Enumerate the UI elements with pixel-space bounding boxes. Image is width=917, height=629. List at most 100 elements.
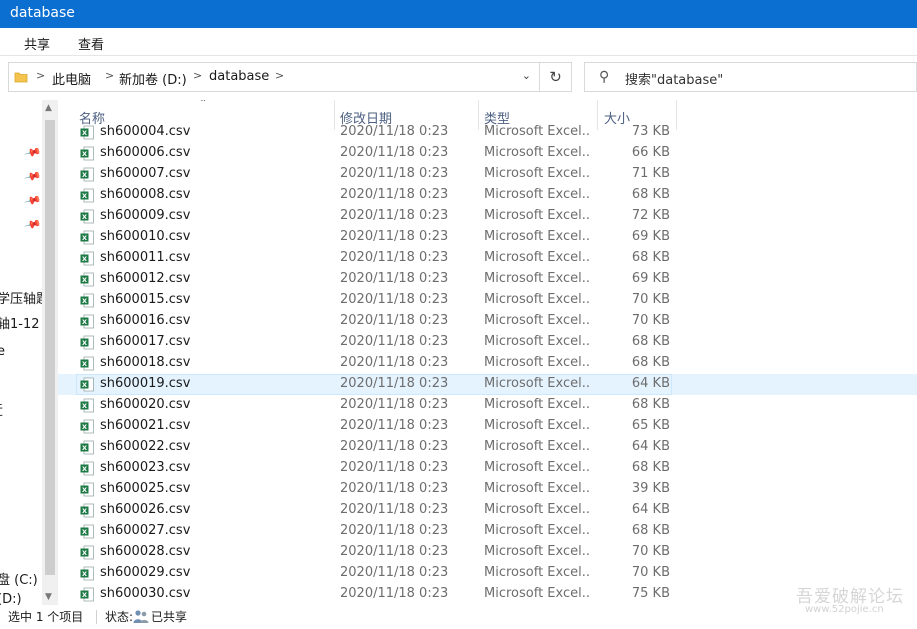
file-row[interactable]: Xsh600021.csv 2020/11/18 0:23 Microsoft Ex… xyxy=(58,416,917,437)
file-row[interactable]: Xsh600008.csv 2020/11/18 0:23 Microsoft Ex… xyxy=(58,185,917,206)
file-name: sh600023.csv xyxy=(100,460,191,475)
file-row[interactable]: Xsh600023.csv 2020/11/18 0:23 Microsoft Ex… xyxy=(58,458,917,479)
file-row[interactable]: Xsh600030.csv 2020/11/18 0:23 Microsoft Ex… xyxy=(58,584,917,605)
file-date-modified: 2020/11/18 0:23 xyxy=(340,376,449,391)
file-row[interactable]: Xsh600020.csv 2020/11/18 0:23 Microsoft Ex… xyxy=(58,395,917,416)
file-size: 73 KB xyxy=(631,124,670,139)
file-date-modified: 2020/11/18 0:23 xyxy=(340,292,449,307)
file-date-modified: 2020/11/18 0:23 xyxy=(340,229,449,244)
excel-file-icon: X xyxy=(80,209,94,224)
pin-icon: 📌 xyxy=(23,191,43,210)
watermark-url: www.52pojie.cn xyxy=(805,604,884,615)
file-type: Microsoft Excel... xyxy=(484,355,590,370)
svg-text:X: X xyxy=(82,276,87,284)
file-name: sh600029.csv xyxy=(100,565,191,580)
nav-item[interactable]: e xyxy=(0,344,5,359)
file-name: sh600016.csv xyxy=(100,313,191,328)
file-row[interactable]: Xsh600009.csv 2020/11/18 0:23 Microsoft Ex… xyxy=(58,206,917,227)
file-size: 64 KB xyxy=(631,376,670,391)
file-row[interactable]: Xsh600012.csv 2020/11/18 0:23 Microsoft Ex… xyxy=(58,269,917,290)
file-row[interactable]: Xsh600016.csv 2020/11/18 0:23 Microsoft Ex… xyxy=(58,311,917,332)
file-date-modified: 2020/11/18 0:23 xyxy=(340,355,449,370)
file-date-modified: 2020/11/18 0:23 xyxy=(340,250,449,265)
file-rows: Xsh600004.csv 2020/11/18 0:23 Microsoft Ex… xyxy=(58,122,917,605)
breadcrumb-drive-d[interactable]: 新加卷 (D:) xyxy=(119,69,187,88)
search-box[interactable]: ⚲ 搜索"database" xyxy=(584,62,917,92)
scrollbar-thumb[interactable] xyxy=(45,120,55,575)
file-date-modified: 2020/11/18 0:23 xyxy=(340,166,449,181)
file-date-modified: 2020/11/18 0:23 xyxy=(340,124,449,139)
file-size: 66 KB xyxy=(631,145,670,160)
scroll-up-icon[interactable]: ▲ xyxy=(45,103,52,113)
excel-file-icon: X xyxy=(80,503,94,518)
refresh-button[interactable]: ↻ xyxy=(540,62,572,92)
file-size: 69 KB xyxy=(631,271,670,286)
file-type: Microsoft Excel... xyxy=(484,145,590,160)
search-placeholder[interactable]: 搜索"database" xyxy=(625,69,723,88)
nav-item-drive-d[interactable]: (D:) xyxy=(0,592,22,605)
file-row[interactable]: Xsh600029.csv 2020/11/18 0:23 Microsoft Ex… xyxy=(58,563,917,584)
file-size: 68 KB xyxy=(631,334,670,349)
breadcrumb-separator[interactable]: > xyxy=(105,69,114,82)
file-type: Microsoft Excel... xyxy=(484,187,590,202)
file-row[interactable]: Xsh600025.csv 2020/11/18 0:23 Microsoft Ex… xyxy=(58,479,917,500)
excel-file-icon: X xyxy=(80,146,94,161)
file-type: Microsoft Excel... xyxy=(484,271,590,286)
file-type: Microsoft Excel... xyxy=(484,565,590,580)
sort-ascending-icon: ⌃ xyxy=(199,100,208,109)
file-date-modified: 2020/11/18 0:23 xyxy=(340,271,449,286)
file-name: sh600007.csv xyxy=(100,166,191,181)
file-row[interactable]: Xsh600028.csv 2020/11/18 0:23 Microsoft Ex… xyxy=(58,542,917,563)
file-date-modified: 2020/11/18 0:23 xyxy=(340,187,449,202)
file-row[interactable]: Xsh600017.csv 2020/11/18 0:23 Microsoft Ex… xyxy=(58,332,917,353)
file-size: 68 KB xyxy=(631,397,670,412)
status-label: 状态: xyxy=(105,610,134,624)
nav-item-drive-c[interactable]: 盘 (C:) xyxy=(0,569,38,588)
breadcrumb-separator[interactable]: > xyxy=(275,69,284,82)
file-type: Microsoft Excel... xyxy=(484,418,590,433)
file-date-modified: 2020/11/18 0:23 xyxy=(340,145,449,160)
file-row[interactable]: Xsh600006.csv 2020/11/18 0:23 Microsoft Ex… xyxy=(58,143,917,164)
file-type: Microsoft Excel... xyxy=(484,481,590,496)
file-row[interactable]: Xsh600011.csv 2020/11/18 0:23 Microsoft Ex… xyxy=(58,248,917,269)
file-name: sh600011.csv xyxy=(100,250,191,265)
nav-item[interactable]: 轴1-12 xyxy=(0,313,40,332)
breadcrumb-separator[interactable]: > xyxy=(193,69,202,82)
file-row[interactable]: Xsh600015.csv 2020/11/18 0:23 Microsoft Ex… xyxy=(58,290,917,311)
excel-file-icon: X xyxy=(80,482,94,497)
address-dropdown-icon[interactable]: ⌄ xyxy=(522,69,531,82)
file-name: sh600030.csv xyxy=(100,586,191,601)
excel-file-icon: X xyxy=(80,293,94,308)
file-row[interactable]: Xsh600019.csv 2020/11/18 0:23 Microsoft Ex… xyxy=(58,374,917,395)
file-date-modified: 2020/11/18 0:23 xyxy=(340,418,449,433)
scroll-down-icon[interactable]: ▼ xyxy=(45,592,52,602)
file-row[interactable]: Xsh600022.csv 2020/11/18 0:23 Microsoft Ex… xyxy=(58,437,917,458)
tab-share[interactable]: 共享 xyxy=(24,34,50,53)
breadcrumb-database[interactable]: database xyxy=(209,69,269,84)
file-row[interactable]: Xsh600027.csv 2020/11/18 0:23 Microsoft Ex… xyxy=(58,521,917,542)
address-row: > 此电脑 > 新加卷 (D:) > database > ⌄ ↻ ⚲ 搜索"d… xyxy=(0,56,917,100)
excel-file-icon: X xyxy=(80,419,94,434)
svg-text:X: X xyxy=(82,528,87,536)
file-row[interactable]: Xsh600018.csv 2020/11/18 0:23 Microsoft Ex… xyxy=(58,353,917,374)
file-row[interactable]: Xsh600010.csv 2020/11/18 0:23 Microsoft Ex… xyxy=(58,227,917,248)
address-bar[interactable]: > 此电脑 > 新加卷 (D:) > database > ⌄ xyxy=(8,62,540,92)
breadcrumb-this-pc[interactable]: 此电脑 xyxy=(52,69,91,88)
file-name: sh600019.csv xyxy=(100,376,191,391)
file-row[interactable]: Xsh600004.csv 2020/11/18 0:23 Microsoft Ex… xyxy=(58,122,917,143)
file-row[interactable]: Xsh600026.csv 2020/11/18 0:23 Microsoft Ex… xyxy=(58,500,917,521)
tab-view[interactable]: 查看 xyxy=(78,34,104,53)
nav-item[interactable]: 近 xyxy=(0,400,3,419)
nav-scrollbar[interactable]: ▲ ▼ xyxy=(42,100,58,605)
svg-text:X: X xyxy=(82,192,87,200)
svg-text:X: X xyxy=(82,171,87,179)
breadcrumb-separator[interactable]: > xyxy=(36,69,45,82)
excel-file-icon: X xyxy=(80,251,94,266)
file-name: sh600004.csv xyxy=(100,124,191,139)
file-row[interactable]: Xsh600007.csv 2020/11/18 0:23 Microsoft Ex… xyxy=(58,164,917,185)
file-size: 68 KB xyxy=(631,355,670,370)
file-size: 69 KB xyxy=(631,229,670,244)
file-type: Microsoft Excel... xyxy=(484,397,590,412)
file-name: sh600018.csv xyxy=(100,355,191,370)
file-type: Microsoft Excel... xyxy=(484,523,590,538)
